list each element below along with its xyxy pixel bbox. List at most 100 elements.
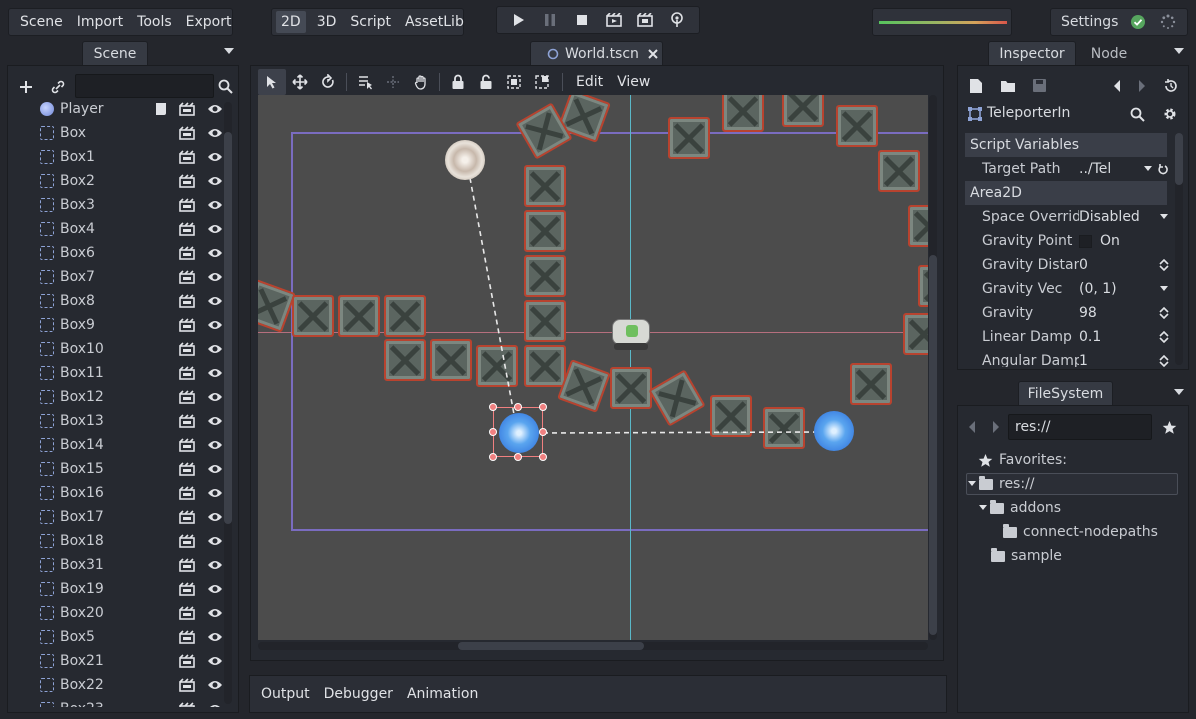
scene-instance-icon[interactable]: [179, 246, 195, 260]
play-custom-scene-icon[interactable]: [631, 7, 659, 33]
scene-instance-icon[interactable]: [179, 510, 195, 524]
scene-tree-scrollbar[interactable]: [224, 102, 232, 704]
fs-favorites[interactable]: Favorites:: [978, 449, 1067, 471]
spinner-arrows-icon[interactable]: [1159, 355, 1169, 367]
visibility-eye-icon[interactable]: [207, 487, 223, 499]
search-icon[interactable]: [218, 79, 233, 94]
group-icon[interactable]: [500, 69, 528, 95]
prop-gravity-point[interactable]: Gravity Point On: [965, 229, 1175, 253]
visibility-eye-icon[interactable]: [207, 679, 223, 691]
scene-instance-icon[interactable]: [179, 126, 195, 140]
rotate-mode-icon[interactable]: [314, 69, 342, 95]
scene-tree-row[interactable]: Box12: [18, 385, 223, 409]
fs-path-input[interactable]: [1008, 414, 1152, 440]
angular-damp-spinbox[interactable]: 1: [1079, 353, 1175, 367]
scene-tree-row[interactable]: Box31: [18, 553, 223, 577]
new-resource-icon[interactable]: [969, 78, 983, 94]
target-disc[interactable]: [445, 140, 485, 180]
mode-2d-button[interactable]: 2D: [276, 11, 306, 33]
lock-icon[interactable]: [444, 69, 472, 95]
scene-instance-icon[interactable]: [179, 294, 195, 308]
scene-tree-row[interactable]: Box7: [18, 265, 223, 289]
scene-tree-row[interactable]: Box8: [18, 289, 223, 313]
tab-inspector[interactable]: Inspector: [988, 41, 1076, 66]
tab-output[interactable]: Output: [254, 681, 317, 707]
menu-import[interactable]: Import: [70, 9, 130, 35]
prop-target-path[interactable]: Target Path ../Tel: [965, 157, 1175, 181]
move-mode-icon[interactable]: [286, 69, 314, 95]
scene-tree-row[interactable]: Box18: [18, 529, 223, 553]
inspector-scroll-thumb[interactable]: [1175, 133, 1183, 185]
visibility-eye-icon[interactable]: [207, 295, 223, 307]
instance-scene-icon[interactable]: [50, 79, 66, 95]
pause-icon[interactable]: [536, 7, 564, 33]
scene-instance-icon[interactable]: [179, 366, 195, 380]
scene-tree-row[interactable]: Box13: [18, 409, 223, 433]
visibility-eye-icon[interactable]: [207, 559, 223, 571]
visibility-eye-icon[interactable]: [207, 703, 223, 707]
expand-arrow-icon[interactable]: [978, 505, 988, 511]
scene-tree-row[interactable]: Box9: [18, 313, 223, 337]
prop-gravity-distance[interactable]: Gravity Distance 0: [965, 253, 1175, 277]
play-icon[interactable]: [505, 7, 533, 33]
prop-gravity[interactable]: Gravity 98: [965, 301, 1175, 325]
scene-instance-icon[interactable]: [179, 390, 195, 404]
scene-tree-row[interactable]: Box19: [18, 577, 223, 601]
unlock-icon[interactable]: [472, 69, 500, 95]
history-back-icon[interactable]: [1113, 79, 1121, 93]
scene-tree-scroll-thumb[interactable]: [224, 132, 232, 524]
scene-instance-icon[interactable]: [179, 438, 195, 452]
tab-node[interactable]: Node: [1076, 42, 1142, 66]
scene-tree-row[interactable]: Box20: [18, 601, 223, 625]
mode-3d-button[interactable]: 3D: [310, 9, 344, 35]
spinner-arrows-icon[interactable]: [1159, 331, 1169, 343]
prop-value-target-path[interactable]: ../Tel: [1079, 161, 1175, 177]
fs-forward-icon[interactable]: [992, 420, 1000, 434]
remote-debug-icon[interactable]: [663, 7, 691, 33]
fs-sample[interactable]: sample: [991, 545, 1062, 567]
visibility-eye-icon[interactable]: [207, 607, 223, 619]
visibility-eye-icon[interactable]: [207, 415, 223, 427]
stop-icon[interactable]: [568, 7, 596, 33]
mode-assetlib-button[interactable]: AssetLib: [398, 9, 471, 35]
visibility-eye-icon[interactable]: [207, 439, 223, 451]
list-select-icon[interactable]: [351, 69, 379, 95]
scene-tree-row[interactable]: Player: [18, 97, 223, 121]
scene-instance-icon[interactable]: [179, 462, 195, 476]
visibility-eye-icon[interactable]: [207, 103, 223, 115]
spinner-arrows-icon[interactable]: [1159, 307, 1169, 319]
filesystem-dock-menu-icon[interactable]: [1174, 389, 1184, 395]
visibility-eye-icon[interactable]: [207, 583, 223, 595]
tab-filesystem[interactable]: FileSystem: [1018, 381, 1113, 406]
scene-tree-row[interactable]: Box16: [18, 481, 223, 505]
tab-world-scene[interactable]: World.tscn: [530, 41, 663, 66]
object-history-icon[interactable]: [1163, 78, 1179, 94]
visibility-eye-icon[interactable]: [207, 127, 223, 139]
prop-space-override[interactable]: Space Override Disabled: [965, 205, 1175, 229]
scene-tree-row[interactable]: Box15: [18, 457, 223, 481]
space-override-select[interactable]: Disabled: [1079, 209, 1175, 225]
scene-tree-row[interactable]: Box23: [18, 697, 223, 707]
scene-instance-icon[interactable]: [179, 606, 195, 620]
canvas-vscrollbar[interactable]: [929, 95, 937, 640]
scene-tree-row[interactable]: Box21: [18, 649, 223, 673]
fs-root[interactable]: res://: [966, 473, 1178, 495]
viewport-edit-menu[interactable]: Edit: [569, 69, 610, 95]
game-canvas[interactable]: [258, 95, 928, 640]
prop-gravity-vec[interactable]: Gravity Vec (0, 1): [965, 277, 1175, 301]
section-script-variables[interactable]: Script Variables: [965, 133, 1167, 157]
expand-arrow-icon[interactable]: [967, 481, 977, 487]
canvas-vscroll-thumb[interactable]: [929, 255, 937, 635]
settings-menu[interactable]: Settings: [1061, 14, 1118, 30]
scene-instance-icon[interactable]: [179, 150, 195, 164]
scene-instance-icon[interactable]: [179, 342, 195, 356]
player-robot[interactable]: [610, 313, 652, 353]
fs-connect-nodepaths[interactable]: connect-nodepaths: [1003, 521, 1158, 543]
linear-damp-spinbox[interactable]: 0.1: [1079, 329, 1175, 345]
dropdown-revert-icon[interactable]: [1143, 163, 1169, 175]
gravity-distance-spinbox[interactable]: 0: [1079, 257, 1175, 273]
visibility-eye-icon[interactable]: [207, 343, 223, 355]
teleporter-out[interactable]: [814, 411, 854, 451]
history-forward-icon[interactable]: [1138, 79, 1146, 93]
canvas-hscroll-thumb[interactable]: [458, 642, 644, 650]
